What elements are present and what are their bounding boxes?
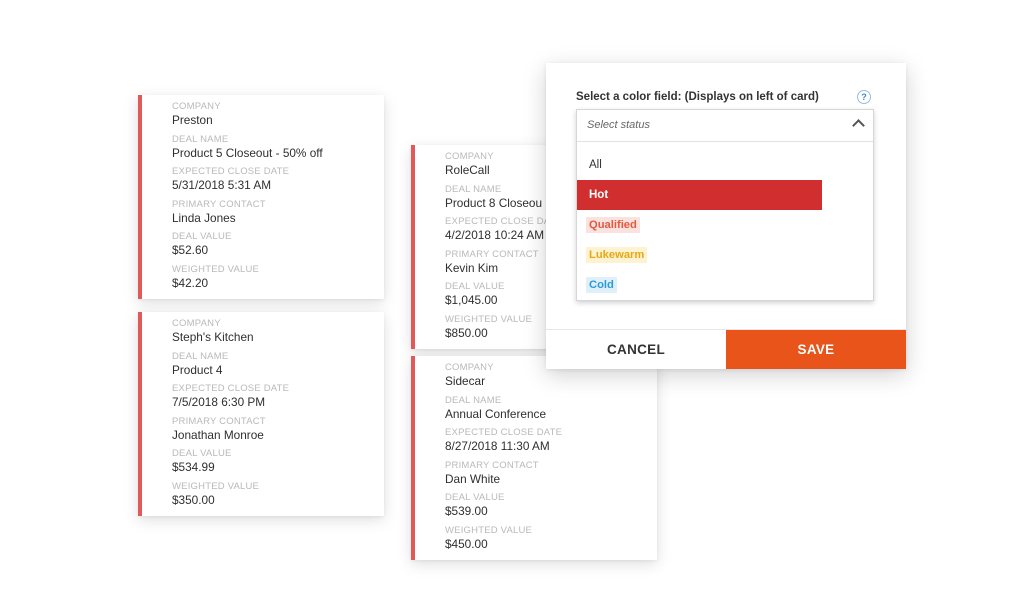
field-label: DEAL VALUE xyxy=(172,231,232,242)
close-date-value: 5/31/2018 5:31 AM xyxy=(172,178,272,192)
company-value: Preston xyxy=(172,113,213,127)
field-label: COMPANY xyxy=(445,362,494,373)
field-label: COMPANY xyxy=(172,101,221,112)
company-field: COMPANY RoleCall xyxy=(445,151,562,184)
option-all[interactable]: All xyxy=(589,150,602,180)
deal-name-value: Product 4 xyxy=(172,362,223,377)
contact-field: PRIMARY CONTACT Dan White xyxy=(445,460,562,493)
field-label: PRIMARY CONTACT xyxy=(172,415,266,427)
close-date-field: EXPECTED CLOSE DATE 7/5/2018 6:30 PM xyxy=(172,383,289,416)
weighted-value: $350.00 xyxy=(172,492,215,507)
status-dropdown[interactable]: Select status All Hot Qualified Lukewarm… xyxy=(576,109,874,301)
deal-card[interactable]: COMPANY Steph's Kitchen DEAL NAME Produc… xyxy=(138,312,384,516)
deal-name-field: DEAL NAME Product 5 Closeout - 50% off xyxy=(172,134,323,167)
deal-value-field: DEAL VALUE $534.99 xyxy=(172,448,289,481)
weighted-value-field: WEIGHTED VALUE $42.20 xyxy=(172,264,323,297)
color-field-label: Select a color field: (Displays on left … xyxy=(576,91,819,103)
field-label: DEAL VALUE xyxy=(445,281,505,292)
chevron-up-icon[interactable] xyxy=(852,119,865,132)
close-date-field: EXPECTED CLOSE DATE 4/2/2018 10:24 AM xyxy=(445,216,562,249)
field-label: DEAL NAME xyxy=(172,350,229,362)
field-label: PRIMARY CONTACT xyxy=(172,198,266,210)
contact-value: Linda Jones xyxy=(172,210,236,225)
field-label: DEAL NAME xyxy=(445,183,502,195)
deal-name-field: DEAL NAME Product 4 xyxy=(172,351,289,384)
status-select-placeholder: Select status xyxy=(587,119,650,131)
field-label: DEAL VALUE xyxy=(172,448,232,459)
deal-value: $539.00 xyxy=(445,504,488,518)
weighted-value-field: WEIGHTED VALUE $850.00 xyxy=(445,314,562,347)
field-label: EXPECTED CLOSE DATE xyxy=(445,216,563,227)
field-label: DEAL VALUE xyxy=(445,492,505,503)
option-cold[interactable]: Cold xyxy=(586,270,617,300)
weighted-value-field: WEIGHTED VALUE $450.00 xyxy=(445,525,562,558)
field-label: WEIGHTED VALUE xyxy=(445,524,533,536)
modal-footer: CANCEL SAVE xyxy=(546,329,906,369)
deal-card[interactable]: COMPANY Sidecar DEAL NAME Annual Confere… xyxy=(411,356,657,560)
field-label: COMPANY xyxy=(172,318,221,329)
deal-name-value: Product 5 Closeout - 50% off xyxy=(172,145,323,160)
field-label: DEAL NAME xyxy=(172,133,229,145)
color-field-modal: Select a color field: (Displays on left … xyxy=(546,63,906,369)
deal-card-fields: COMPANY RoleCall DEAL NAME Product 8 Clo… xyxy=(445,151,562,346)
company-field: COMPANY Sidecar xyxy=(445,362,562,395)
contact-field: PRIMARY CONTACT Kevin Kim xyxy=(445,249,562,282)
deal-value: $52.60 xyxy=(172,243,209,257)
deal-card-fields: COMPANY Steph's Kitchen DEAL NAME Produc… xyxy=(172,318,289,513)
close-date-field: EXPECTED CLOSE DATE 5/31/2018 5:31 AM xyxy=(172,166,323,199)
weighted-value: $850.00 xyxy=(445,325,488,340)
company-value: Steph's Kitchen xyxy=(172,330,254,344)
company-value: Sidecar xyxy=(445,374,485,388)
contact-value: Kevin Kim xyxy=(445,260,499,275)
deal-value-field: DEAL VALUE $1,045.00 xyxy=(445,281,562,314)
company-field: COMPANY Steph's Kitchen xyxy=(172,318,289,351)
save-button[interactable]: SAVE xyxy=(726,330,906,369)
deal-name-value: Product 8 Closeou xyxy=(445,195,543,210)
field-label: WEIGHTED VALUE xyxy=(172,480,260,492)
deal-value: $534.99 xyxy=(172,460,215,474)
field-label: WEIGHTED VALUE xyxy=(445,313,533,325)
field-label: COMPANY xyxy=(445,151,494,162)
deal-name-value: Annual Conference xyxy=(445,406,546,421)
field-label: DEAL NAME xyxy=(445,394,502,406)
field-label: PRIMARY CONTACT xyxy=(445,248,539,260)
field-label: PRIMARY CONTACT xyxy=(445,459,539,471)
field-label: EXPECTED CLOSE DATE xyxy=(445,427,563,438)
help-icon[interactable]: ? xyxy=(857,90,871,104)
field-label: EXPECTED CLOSE DATE xyxy=(172,383,290,394)
deal-value-field: DEAL VALUE $539.00 xyxy=(445,492,562,525)
field-label: WEIGHTED VALUE xyxy=(172,263,260,275)
contact-field: PRIMARY CONTACT Jonathan Monroe xyxy=(172,416,289,449)
lukewarm-badge: Lukewarm xyxy=(586,247,648,263)
cancel-button[interactable]: CANCEL xyxy=(546,330,726,369)
deal-card[interactable]: COMPANY Preston DEAL NAME Product 5 Clos… xyxy=(138,95,384,299)
close-date-field: EXPECTED CLOSE DATE 8/27/2018 11:30 AM xyxy=(445,427,562,460)
qualified-badge: Qualified xyxy=(586,217,640,233)
option-qualified[interactable]: Qualified xyxy=(586,210,640,240)
contact-value: Jonathan Monroe xyxy=(172,427,264,442)
deal-value-field: DEAL VALUE $52.60 xyxy=(172,231,323,264)
deal-card-fields: COMPANY Preston DEAL NAME Product 5 Clos… xyxy=(172,101,323,296)
weighted-value-field: WEIGHTED VALUE $350.00 xyxy=(172,481,289,514)
deal-card-fields: COMPANY Sidecar DEAL NAME Annual Confere… xyxy=(445,362,562,557)
field-label: EXPECTED CLOSE DATE xyxy=(172,166,290,177)
option-lukewarm[interactable]: Lukewarm xyxy=(586,240,648,270)
close-date-value: 4/2/2018 10:24 AM xyxy=(445,228,545,242)
company-value: RoleCall xyxy=(445,163,490,177)
company-field: COMPANY Preston xyxy=(172,101,323,134)
deal-name-field: DEAL NAME Product 8 Closeou xyxy=(445,184,562,217)
option-hot[interactable]: Hot xyxy=(577,180,822,210)
deal-name-field: DEAL NAME Annual Conference xyxy=(445,395,562,428)
weighted-value: $42.20 xyxy=(172,275,209,290)
status-select[interactable]: Select status xyxy=(577,110,873,142)
close-date-value: 8/27/2018 11:30 AM xyxy=(445,439,550,453)
contact-field: PRIMARY CONTACT Linda Jones xyxy=(172,199,323,232)
close-date-value: 7/5/2018 6:30 PM xyxy=(172,395,266,409)
weighted-value: $450.00 xyxy=(445,536,488,551)
cold-badge: Cold xyxy=(586,277,617,293)
deal-value: $1,045.00 xyxy=(445,293,498,307)
contact-value: Dan White xyxy=(445,471,501,486)
